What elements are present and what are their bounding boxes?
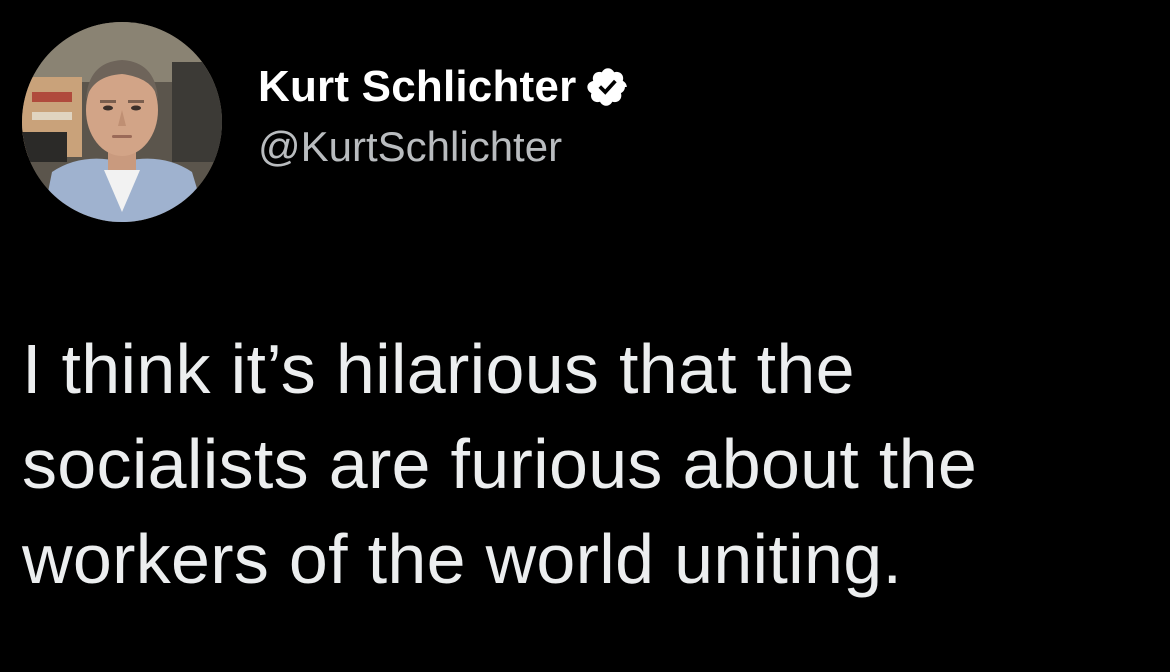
tweet-header: Kurt Schlichter @KurtSchlichter bbox=[22, 22, 630, 222]
name-row: Kurt Schlichter bbox=[258, 59, 630, 115]
handle[interactable]: @KurtSchlichter bbox=[258, 123, 630, 171]
verified-badge-icon bbox=[587, 68, 628, 106]
tweet-text: I think it’s hilarious that the socialis… bbox=[22, 322, 1162, 607]
avatar-image bbox=[22, 22, 222, 222]
avatar[interactable] bbox=[22, 22, 222, 222]
author-info: Kurt Schlichter @KurtSchlichter bbox=[258, 59, 630, 171]
tweet-card: Kurt Schlichter @KurtSchlichter I think … bbox=[0, 0, 1170, 672]
tweet-text-line: workers of the world uniting. bbox=[22, 520, 903, 598]
tweet-text-line: socialists are furious about the bbox=[22, 425, 978, 503]
tweet-text-line: I think it’s hilarious that the bbox=[22, 330, 855, 408]
display-name[interactable]: Kurt Schlichter bbox=[258, 62, 576, 112]
